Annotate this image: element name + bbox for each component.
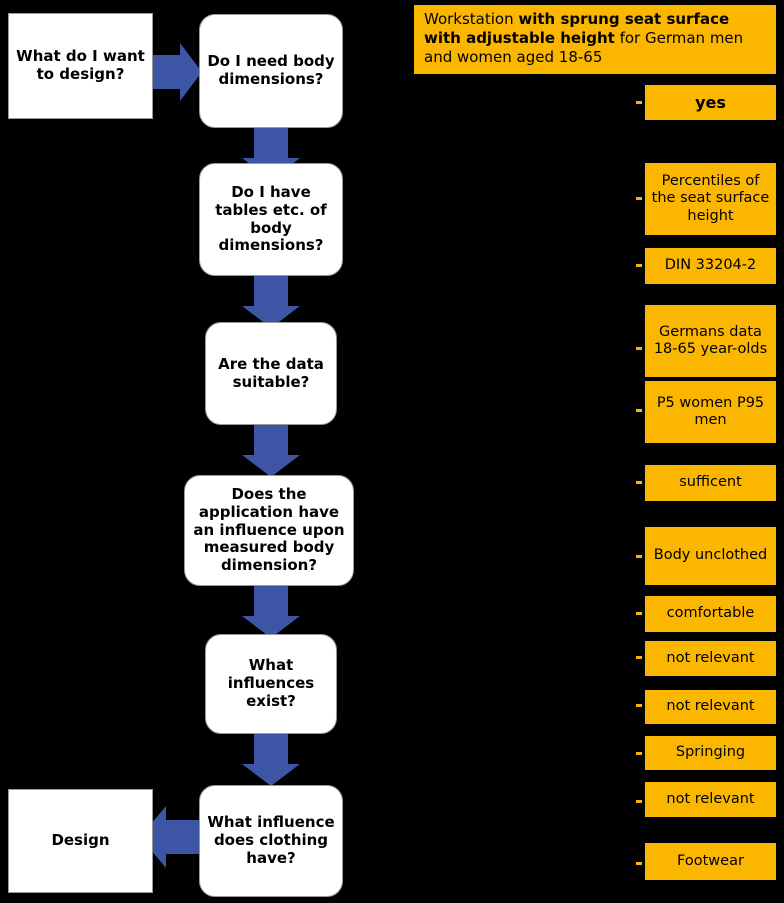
flow-node-q3-label: Are the data suitable? — [218, 354, 324, 391]
scenario-prefix: Workstation — [424, 10, 519, 28]
answer-box-a4: Germans data 18-65 year-olds — [645, 305, 776, 377]
answer-box-a6: sufficent — [645, 465, 776, 501]
flow-node-q2[interactable]: Do I have tables etc. of body dimensions… — [199, 163, 343, 276]
flow-node-q1[interactable]: Do I need body dimensions? — [199, 14, 343, 128]
answer-box-a1: yes — [645, 85, 776, 120]
connector-nub-a10 — [636, 704, 642, 707]
connector-nub-a11 — [636, 752, 642, 755]
answer-label-a4: Germans data 18-65 year-olds — [653, 323, 768, 357]
connector-nub-a6 — [636, 481, 642, 484]
arrow-q3-to-q4 — [242, 425, 300, 477]
scenario-title-box: Workstation with sprung seat surface wit… — [414, 5, 776, 74]
answer-label-a11: Springing — [675, 744, 746, 761]
connector-nub-a1 — [636, 101, 642, 104]
answer-label-a12: not relevant — [666, 790, 755, 807]
flow-node-q3[interactable]: Are the data suitable? — [205, 322, 337, 425]
answer-box-a5: P5 women P95 men — [645, 381, 776, 443]
answer-box-a12: not relevant — [645, 782, 776, 817]
flow-node-q4[interactable]: Does the application have an influence u… — [184, 475, 354, 586]
arrow-q4-to-q5 — [242, 586, 300, 638]
answer-label-a3: DIN 33204-2 — [664, 257, 757, 274]
answer-box-a11: Springing — [645, 736, 776, 770]
connector-nub-a13 — [636, 862, 642, 865]
flow-node-q1-label: Do I need body dimensions? — [207, 52, 335, 88]
connector-nub-a5 — [636, 409, 642, 412]
flow-node-q2-label: Do I have tables etc. of body dimensions… — [215, 183, 327, 255]
diagram-canvas: What do I want to design? Do I need body… — [0, 0, 784, 903]
answer-box-a2: Percentiles of the seat surface height — [645, 163, 776, 235]
answer-box-a8: comfortable — [645, 596, 776, 632]
arrow-start-to-q1 — [150, 43, 202, 101]
connector-nub-a2 — [636, 197, 642, 200]
answer-label-a2: Percentiles of the seat surface height — [651, 172, 770, 224]
answer-label-a13: Footwear — [677, 852, 744, 869]
flow-node-start-label: What do I want to design? — [16, 47, 145, 83]
answer-box-a10: not relevant — [645, 690, 776, 724]
connector-nub-a7 — [636, 555, 642, 558]
connector-nub-a4 — [636, 347, 642, 350]
flow-node-q5[interactable]: What influences exist? — [205, 634, 337, 734]
answer-label-a10: not relevant — [666, 698, 755, 715]
answer-label-a7: Body unclothed — [653, 547, 768, 564]
answer-label-a8: comfortable — [666, 605, 755, 622]
flow-node-end-label: Design — [51, 831, 110, 850]
answer-label-a6: sufficent — [679, 474, 742, 491]
answer-box-a13: Footwear — [645, 843, 776, 880]
flow-node-q4-label: Does the application have an influence u… — [193, 485, 345, 575]
flow-node-q6[interactable]: What influence does clothing have? — [199, 785, 343, 897]
answer-box-a9: not relevant — [645, 641, 776, 676]
connector-nub-a8 — [636, 612, 642, 615]
arrow-q5-to-q6 — [242, 734, 300, 786]
flow-node-start[interactable]: What do I want to design? — [8, 13, 153, 119]
flow-node-q6-label: What influence does clothing have? — [207, 813, 335, 867]
flow-node-end-design[interactable]: Design — [8, 789, 153, 893]
answer-box-a3: DIN 33204-2 — [645, 248, 776, 284]
connector-nub-a12 — [636, 800, 642, 803]
answer-label-a9: not relevant — [666, 649, 755, 666]
answer-label-a5: P5 women P95 men — [656, 394, 765, 428]
arrow-q2-to-q3 — [242, 276, 300, 328]
connector-nub-a3 — [636, 264, 642, 267]
answer-box-a7: Body unclothed — [645, 527, 776, 585]
scenario-title-text: Workstation with sprung seat surface wit… — [424, 10, 768, 68]
connector-nub-a9 — [636, 656, 642, 659]
flow-node-q5-label: What influences exist? — [227, 656, 315, 710]
answer-label-a1: yes — [695, 92, 726, 112]
